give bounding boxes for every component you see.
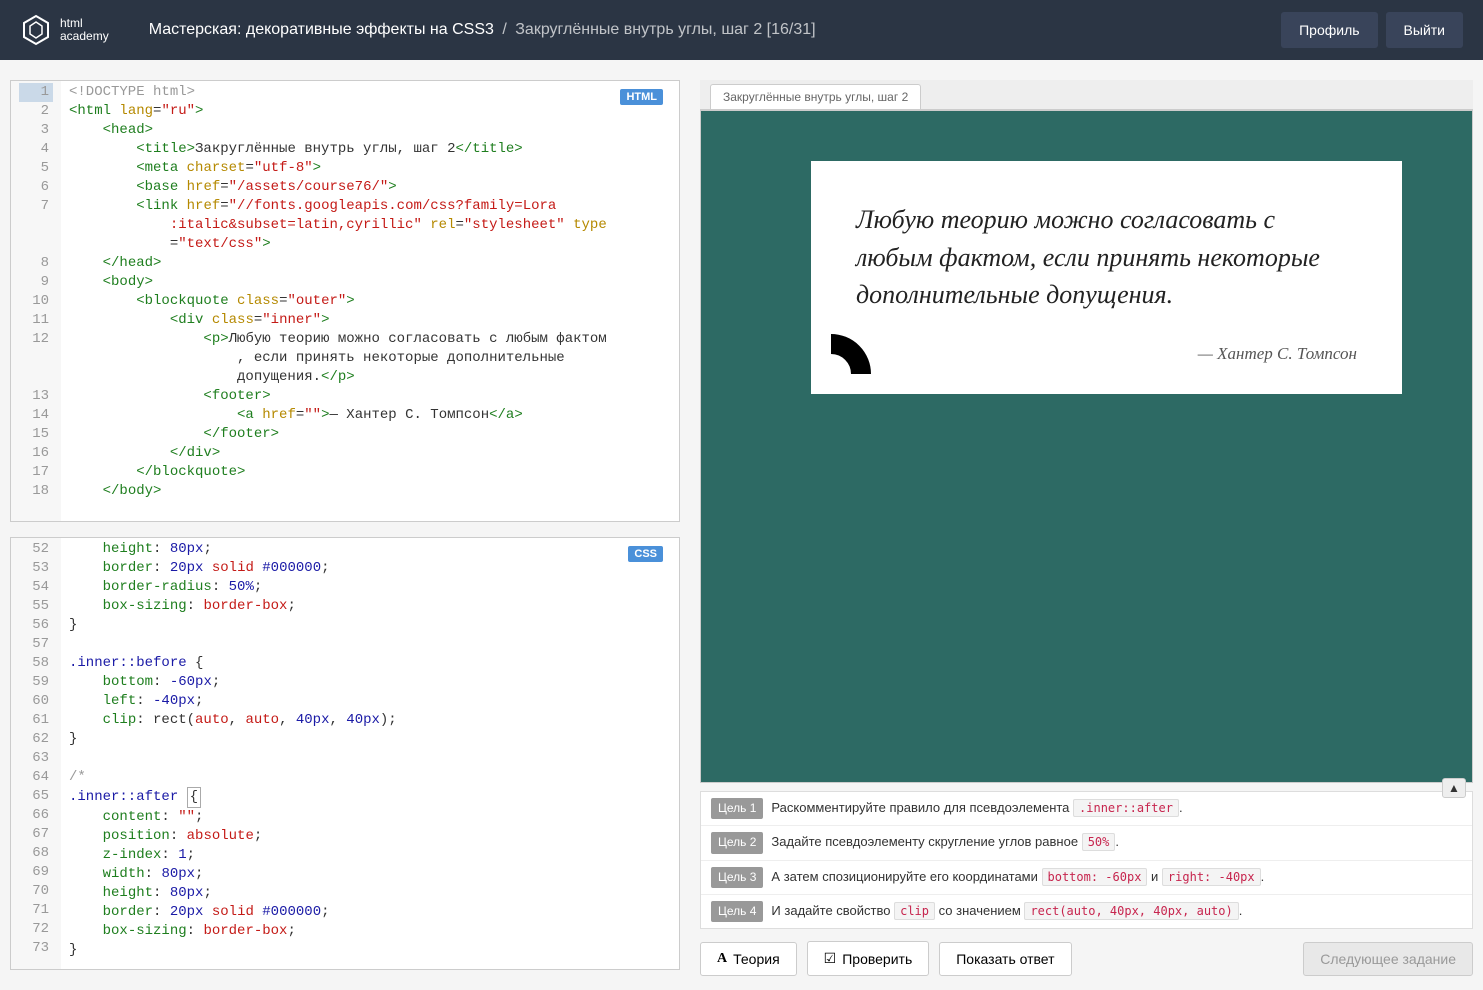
- next-task-button[interactable]: Следующее задание: [1303, 942, 1473, 976]
- preview-column: Закруглённые внутрь углы, шаг 2 Любую те…: [680, 60, 1483, 990]
- check-icon: ☑: [824, 950, 837, 967]
- goal-text: А затем спозиционируйте его координатами…: [771, 867, 1462, 888]
- logo-text: html academy: [60, 17, 109, 43]
- html-badge: HTML: [620, 89, 663, 105]
- goal-row: Цель 4 И задайте свойство clip со значени…: [701, 895, 1472, 928]
- css-editor[interactable]: CSS 525354555657585960616263646566676869…: [10, 537, 680, 970]
- bottom-toolbar: A Теория ☑ Проверить Показать ответ След…: [700, 929, 1473, 980]
- goals-panel: ▲ Цель 1Раскомментируйте правило для псе…: [700, 791, 1473, 929]
- logo-icon: [20, 14, 52, 46]
- main-content: HTML 1234567 89101112 131415161718 <!DOC…: [0, 60, 1483, 990]
- quote-text: Любую теорию можно согласовать с любым ф…: [856, 201, 1357, 314]
- preview-frame: Любую теорию можно согласовать с любым ф…: [700, 110, 1473, 783]
- profile-button[interactable]: Профиль: [1281, 12, 1377, 48]
- logo[interactable]: html academy: [20, 14, 109, 46]
- goal-text: Задайте псевдоэлементу скругление углов …: [771, 832, 1462, 853]
- goal-code: 50%: [1082, 833, 1116, 851]
- preview-tabs: Закруглённые внутрь углы, шаг 2: [700, 80, 1473, 110]
- editors-column: HTML 1234567 89101112 131415161718 <!DOC…: [0, 60, 680, 990]
- goal-badge: Цель 2: [711, 832, 763, 853]
- corner-decoration: [791, 334, 871, 414]
- theory-button[interactable]: A Теория: [700, 942, 797, 976]
- chevron-up-icon: ▲: [1448, 781, 1460, 795]
- app-header: html academy Мастерская: декоративные эф…: [0, 0, 1483, 60]
- quote-card: Любую теорию можно согласовать с любым ф…: [811, 161, 1402, 394]
- goal-code: clip: [894, 902, 935, 920]
- goal-code: rect(auto, 40px, 40px, auto): [1024, 902, 1238, 920]
- check-button[interactable]: ☑ Проверить: [807, 941, 930, 976]
- font-icon: A: [717, 951, 727, 967]
- css-gutter: 5253545556575859606162636465666768697071…: [11, 538, 61, 969]
- html-code[interactable]: <!DOCTYPE html><html lang="ru"> <head> <…: [61, 81, 679, 521]
- breadcrumb: Мастерская: декоративные эффекты на CSS3…: [149, 21, 1273, 39]
- goal-row: Цель 1 Раскомментируйте правило для псевд…: [701, 792, 1472, 826]
- goal-text: И задайте свойство clip со значением rec…: [771, 901, 1462, 922]
- goal-row: Цель 2 Задайте псевдоэлементу скругление …: [701, 826, 1472, 860]
- goal-text: Раскомментируйте правило для псевдоэлеме…: [771, 798, 1462, 819]
- quote-author: — Хантер С. Томпсон: [856, 344, 1357, 364]
- goals-toggle-button[interactable]: ▲: [1442, 778, 1466, 798]
- goal-badge: Цель 4: [711, 901, 763, 922]
- html-gutter: 1234567 89101112 131415161718: [11, 81, 61, 521]
- goal-code: right: -40px: [1162, 868, 1261, 886]
- goal-code: .inner::after: [1073, 799, 1179, 817]
- goal-badge: Цель 1: [711, 798, 763, 819]
- goal-code: bottom: -60px: [1042, 868, 1148, 886]
- show-answer-button[interactable]: Показать ответ: [939, 942, 1071, 976]
- goal-row: Цель 3 А затем спозиционируйте его коорди…: [701, 861, 1472, 895]
- logout-button[interactable]: Выйти: [1386, 12, 1463, 48]
- breadcrumb-main[interactable]: Мастерская: декоративные эффекты на CSS3: [149, 21, 494, 38]
- css-badge: CSS: [628, 546, 663, 562]
- css-code[interactable]: height: 80px; border: 20px solid #000000…: [61, 538, 679, 969]
- goal-badge: Цель 3: [711, 867, 763, 888]
- breadcrumb-current: Закруглённые внутрь углы, шаг 2 [16/31]: [515, 21, 815, 38]
- preview-tab[interactable]: Закруглённые внутрь углы, шаг 2: [710, 84, 921, 109]
- html-editor[interactable]: HTML 1234567 89101112 131415161718 <!DOC…: [10, 80, 680, 522]
